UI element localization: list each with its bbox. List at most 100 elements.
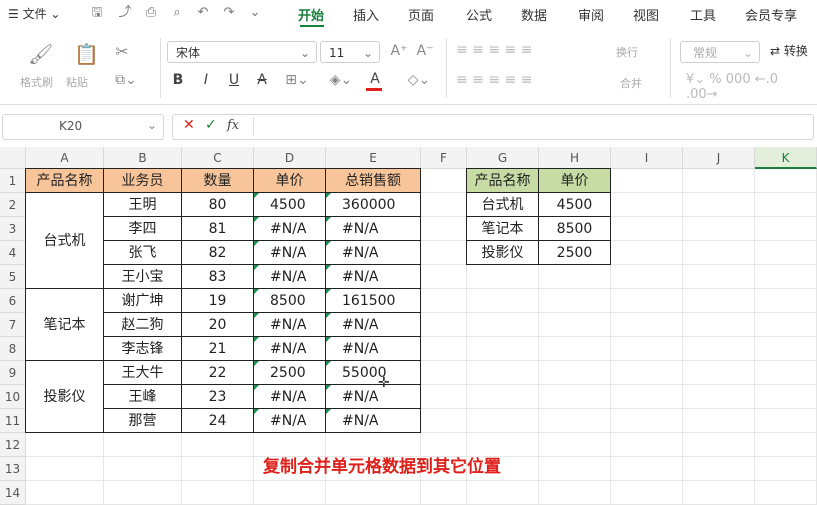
row-header-13[interactable]: 13: [0, 457, 26, 481]
align-icons-row2[interactable]: ≡ ≡ ≡ ≡ ≡: [456, 72, 586, 88]
empty-cell[interactable]: [104, 481, 182, 505]
table2-cell[interactable]: 台式机: [467, 193, 539, 217]
quantity-cell[interactable]: 19: [182, 289, 254, 313]
empty-cell[interactable]: [755, 337, 817, 361]
empty-cell[interactable]: [683, 457, 755, 481]
empty-cell[interactable]: [755, 241, 817, 265]
empty-cell[interactable]: [467, 361, 539, 385]
column-header-h[interactable]: H: [539, 147, 611, 169]
price-cell[interactable]: 8500: [254, 289, 326, 313]
empty-cell[interactable]: [421, 313, 467, 337]
quantity-cell[interactable]: 20: [182, 313, 254, 337]
bold-icon[interactable]: B: [170, 72, 186, 88]
empty-cell[interactable]: [611, 265, 683, 289]
empty-cell[interactable]: [755, 481, 817, 505]
row-header-3[interactable]: 3: [0, 217, 26, 241]
column-header-d[interactable]: D: [254, 147, 326, 169]
save-icon[interactable]: 🖫: [88, 4, 106, 22]
empty-cell[interactable]: [26, 481, 104, 505]
redo-icon[interactable]: ↷: [220, 4, 238, 22]
price-cell[interactable]: #N/A: [254, 265, 326, 289]
empty-cell[interactable]: [539, 409, 611, 433]
more-icon[interactable]: ⌄: [246, 4, 264, 22]
column-header-k[interactable]: K: [755, 147, 817, 169]
empty-cell[interactable]: [755, 193, 817, 217]
fx-icon[interactable]: fx: [227, 118, 239, 133]
table2-header[interactable]: 产品名称: [467, 169, 539, 193]
paste-label[interactable]: 粘贴: [66, 74, 88, 90]
empty-cell[interactable]: [683, 313, 755, 337]
column-header-g[interactable]: G: [467, 147, 539, 169]
empty-cell[interactable]: [326, 481, 421, 505]
column-header-a[interactable]: A: [26, 147, 104, 169]
empty-cell[interactable]: [26, 433, 104, 457]
empty-cell[interactable]: [611, 289, 683, 313]
clear-icon[interactable]: ◇⌄: [404, 72, 434, 88]
quantity-cell[interactable]: 81: [182, 217, 254, 241]
empty-cell[interactable]: [467, 409, 539, 433]
empty-cell[interactable]: [611, 409, 683, 433]
empty-cell[interactable]: [182, 481, 254, 505]
total-cell[interactable]: 360000: [326, 193, 421, 217]
empty-cell[interactable]: [467, 289, 539, 313]
empty-cell[interactable]: [104, 433, 182, 457]
empty-cell[interactable]: [539, 481, 611, 505]
merged-group-cell[interactable]: 笔记本: [26, 289, 104, 361]
column-header-c[interactable]: C: [182, 147, 254, 169]
total-cell[interactable]: 55000: [326, 361, 421, 385]
empty-cell[interactable]: [421, 409, 467, 433]
empty-cell[interactable]: [683, 409, 755, 433]
row-header-9[interactable]: 9: [0, 361, 26, 385]
table2-cell[interactable]: 8500: [539, 217, 611, 241]
cut-icon[interactable]: ✂: [112, 42, 132, 61]
salesperson-cell[interactable]: 王明: [104, 193, 182, 217]
tab-review[interactable]: 审阅: [578, 5, 604, 24]
total-cell[interactable]: #N/A: [326, 241, 421, 265]
empty-cell[interactable]: [755, 385, 817, 409]
tab-page[interactable]: 页面: [408, 5, 434, 24]
font-color-icon[interactable]: A: [367, 71, 383, 87]
column-header-f[interactable]: F: [421, 147, 467, 169]
empty-cell[interactable]: [683, 385, 755, 409]
row-header-6[interactable]: 6: [0, 289, 26, 313]
merged-group-cell[interactable]: 投影仪: [26, 361, 104, 433]
empty-cell[interactable]: [683, 193, 755, 217]
table2-cell[interactable]: 投影仪: [467, 241, 539, 265]
empty-cell[interactable]: [104, 457, 182, 481]
empty-cell[interactable]: [683, 361, 755, 385]
empty-cell[interactable]: [467, 265, 539, 289]
total-cell[interactable]: 161500: [326, 289, 421, 313]
salesperson-cell[interactable]: 王峰: [104, 385, 182, 409]
underline-icon[interactable]: U: [226, 72, 242, 88]
empty-cell[interactable]: [683, 169, 755, 193]
chevron-down-icon[interactable]: ⌄: [147, 118, 157, 132]
tab-formula[interactable]: 公式: [466, 5, 492, 24]
empty-cell[interactable]: [539, 289, 611, 313]
empty-cell[interactable]: [611, 337, 683, 361]
empty-cell[interactable]: [421, 337, 467, 361]
empty-cell[interactable]: [683, 217, 755, 241]
empty-cell[interactable]: [26, 457, 104, 481]
salesperson-cell[interactable]: 那营: [104, 409, 182, 433]
empty-cell[interactable]: [755, 169, 817, 193]
quantity-cell[interactable]: 21: [182, 337, 254, 361]
empty-cell[interactable]: [611, 169, 683, 193]
row-header-12[interactable]: 12: [0, 433, 26, 457]
empty-cell[interactable]: [611, 217, 683, 241]
empty-cell[interactable]: [611, 193, 683, 217]
quantity-cell[interactable]: 83: [182, 265, 254, 289]
total-cell[interactable]: #N/A: [326, 217, 421, 241]
tab-data[interactable]: 数据: [521, 5, 547, 24]
copy-icon[interactable]: ⧉⌄: [112, 72, 140, 88]
font-size-select[interactable]: 11 ⌄: [320, 41, 380, 63]
column-header-j[interactable]: J: [683, 147, 755, 169]
tab-home[interactable]: 开始: [298, 5, 324, 24]
italic-icon[interactable]: I: [198, 72, 214, 88]
table2-header[interactable]: 单价: [539, 169, 611, 193]
empty-cell[interactable]: [611, 241, 683, 265]
paste-icon[interactable]: 📋: [74, 42, 99, 66]
price-cell[interactable]: #N/A: [254, 385, 326, 409]
table2-cell[interactable]: 笔记本: [467, 217, 539, 241]
row-header-1[interactable]: 1: [0, 169, 26, 193]
empty-cell[interactable]: [539, 337, 611, 361]
